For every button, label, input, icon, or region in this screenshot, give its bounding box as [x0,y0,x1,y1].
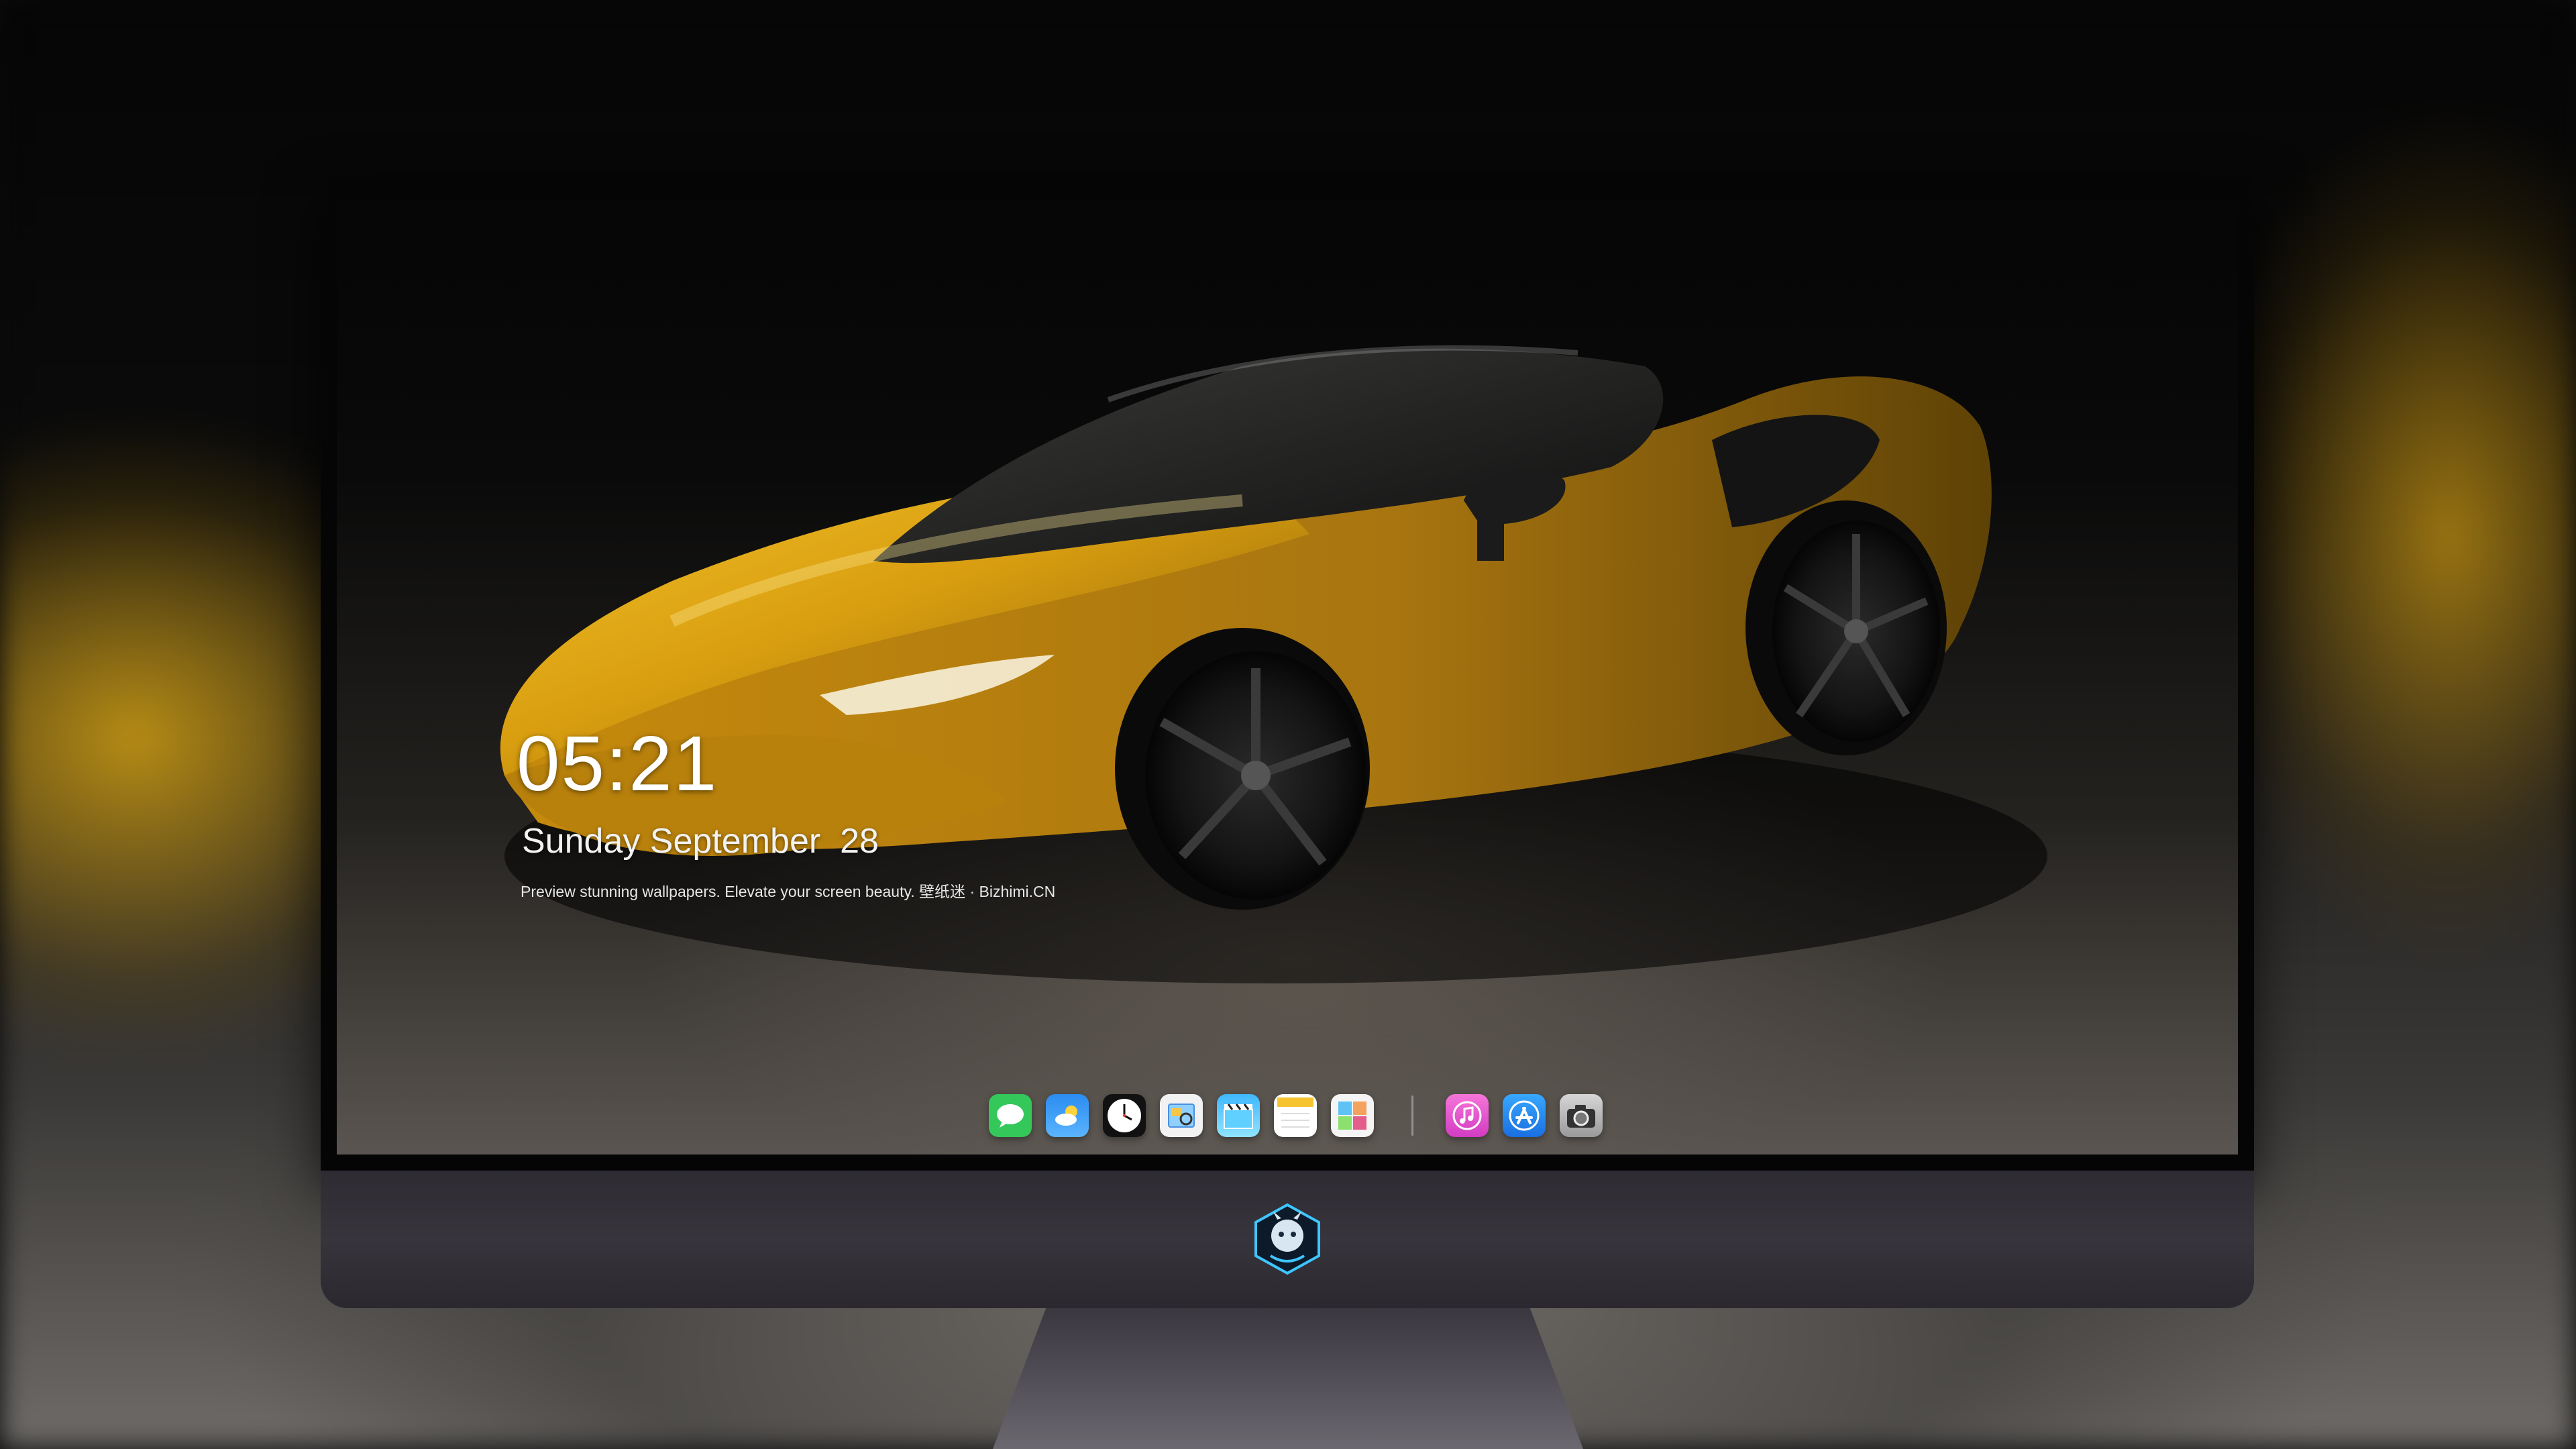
monitor-logo-icon [1250,1202,1324,1276]
desktop-stage: 05:21 Sunday September 28 Preview stunni… [0,0,2576,1449]
preview-icon[interactable] [1160,1094,1203,1137]
lockscreen-time: 05:21 [517,724,718,802]
app-store-icon[interactable] [1503,1094,1546,1137]
wallpaper-car-image [337,185,2238,1155]
app-dock [989,1092,1603,1139]
lockscreen-tagline: Preview stunning wallpapers. Elevate you… [521,884,1055,900]
clock-icon[interactable] [1103,1094,1146,1137]
clips-icon[interactable] [1217,1094,1260,1137]
camera-icon[interactable] [1560,1094,1603,1137]
notes-icon[interactable] [1274,1094,1317,1137]
weather-icon[interactable] [1046,1094,1089,1137]
lockscreen-date: Sunday September 28 [522,824,879,859]
dock-separator [1411,1095,1413,1136]
photo-booth-icon[interactable] [1331,1094,1374,1137]
messages-icon[interactable] [989,1094,1032,1137]
music-icon[interactable] [1446,1094,1489,1137]
monitor-screen: 05:21 Sunday September 28 Preview stunni… [337,185,2238,1155]
monitor-stand [993,1308,1583,1449]
